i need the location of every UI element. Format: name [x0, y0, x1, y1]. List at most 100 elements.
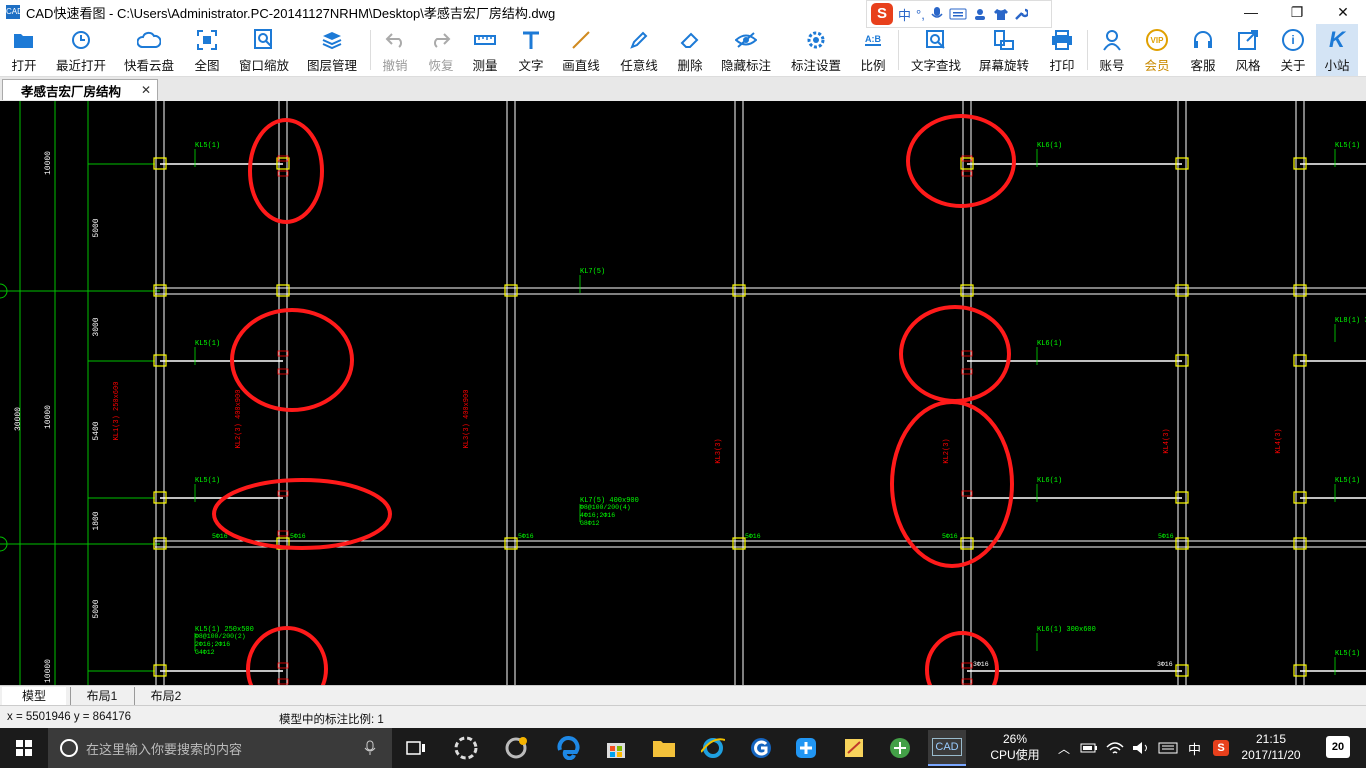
info-icon: i: [1281, 28, 1305, 52]
microphone-icon[interactable]: [364, 740, 376, 756]
dimension-label: 1800: [92, 511, 101, 530]
notification-center-icon[interactable]: 20: [1326, 736, 1350, 758]
station-button[interactable]: K 小站: [1316, 24, 1358, 76]
taskbar-search[interactable]: 在这里输入你要搜索的内容: [48, 728, 392, 768]
ime-mode[interactable]: 中: [898, 5, 911, 24]
user-icon[interactable]: [972, 7, 988, 21]
red-beam-label: KL2(3) 400x900: [235, 390, 243, 449]
folder-icon: [12, 28, 36, 52]
ratio-label: 比例: [860, 59, 886, 73]
sogou-tray-icon[interactable]: S: [1213, 740, 1230, 756]
window-zoom-button[interactable]: 窗口缩放: [238, 24, 290, 76]
ime-toolbar[interactable]: S 中 °,: [866, 0, 1052, 28]
redo-button[interactable]: 恢复: [427, 24, 455, 76]
internet-explorer-icon[interactable]: [697, 732, 729, 764]
mark-settings-button[interactable]: 标注设置: [790, 24, 842, 76]
document-tab[interactable]: 孝感吉宏厂房结构 ✕: [2, 79, 158, 100]
green-app-icon[interactable]: [884, 732, 916, 764]
close-button[interactable]: ✕: [1320, 0, 1366, 24]
document-tab-title: 孝感吉宏厂房结构: [21, 84, 122, 99]
cpu-meter[interactable]: 26% CPU使用: [990, 731, 1040, 763]
cloud-button[interactable]: 快看云盘: [123, 24, 175, 76]
undo-button[interactable]: 撤销: [381, 24, 409, 76]
shirt-icon[interactable]: [993, 7, 1009, 21]
maximize-button[interactable]: ❐: [1274, 0, 1320, 24]
taskbar: 在这里输入你要搜索的内容 CAD 26% CPU使用 ︿ 中 S 21:15 2…: [0, 728, 1366, 768]
dimension-label: 5000: [92, 599, 101, 618]
close-tab-icon[interactable]: ✕: [141, 83, 151, 97]
keyboard-icon[interactable]: [949, 7, 967, 21]
service-label: 客服: [1190, 59, 1216, 73]
status-bar: x = 5501946 y = 864176 模型中的标注比例: 1: [0, 705, 1366, 728]
text-search-label: 文字查找: [910, 59, 961, 73]
store-icon[interactable]: [600, 732, 632, 764]
fit-button[interactable]: 全图: [193, 24, 221, 76]
chevron-up-icon[interactable]: ︿: [1058, 740, 1070, 757]
rebar-label: 5Φ16: [518, 533, 534, 540]
beam-label: KL5(1): [195, 142, 220, 150]
delete-button[interactable]: 删除: [676, 24, 704, 76]
hide-marks-button[interactable]: 隐藏标注: [720, 24, 772, 76]
service-button[interactable]: 客服: [1189, 24, 1217, 76]
annotation-scale: 模型中的标注比例: 1: [279, 714, 384, 726]
keyboard-icon[interactable]: [1158, 742, 1178, 754]
pinwheel-app-icon[interactable]: [450, 732, 482, 764]
cad-taskbar-button[interactable]: CAD: [928, 730, 966, 766]
account-button[interactable]: 账号: [1098, 24, 1126, 76]
redo-label: 恢复: [428, 59, 454, 73]
layers-button[interactable]: 图层管理: [306, 24, 358, 76]
line-label: 画直线: [562, 59, 600, 73]
tab-model[interactable]: 模型: [2, 687, 66, 705]
minimize-button[interactable]: —: [1228, 0, 1274, 24]
measure-button[interactable]: 测量: [471, 24, 499, 76]
red-annotation-circle: [925, 631, 999, 685]
recent-label: 最近打开: [55, 59, 106, 73]
recent-button[interactable]: 最近打开: [55, 24, 107, 76]
tab-layout1[interactable]: 布局1: [70, 687, 133, 705]
print-button[interactable]: 打印: [1048, 24, 1076, 76]
text-button[interactable]: 文字: [517, 24, 545, 76]
open-button[interactable]: 打开: [6, 24, 42, 76]
ime-indicator[interactable]: 中: [1188, 739, 1201, 758]
start-button[interactable]: [0, 728, 48, 768]
windows-icon: [16, 740, 32, 756]
line-button[interactable]: 画直线: [561, 24, 601, 76]
file-explorer-icon[interactable]: [648, 732, 680, 764]
title-bar: CAD CAD快速看图 - C:\Users\Administrator.PC-…: [0, 0, 1366, 24]
cross-app-icon[interactable]: [790, 732, 822, 764]
about-button[interactable]: i 关于: [1279, 24, 1307, 76]
cad-taskbar-label: CAD: [932, 738, 962, 756]
wrench-icon[interactable]: [1014, 7, 1028, 21]
freehand-button[interactable]: 任意线: [619, 24, 659, 76]
volume-icon[interactable]: [1132, 741, 1150, 755]
dimension-label: 30000: [14, 407, 23, 431]
spec-line: G4Φ12: [195, 649, 215, 656]
rotate-button[interactable]: 屏幕旋转: [978, 24, 1030, 76]
dimension-label: 3000: [92, 317, 101, 336]
browser-app-icon[interactable]: [500, 732, 532, 764]
wifi-icon[interactable]: [1106, 741, 1124, 755]
task-view-icon[interactable]: [400, 732, 432, 764]
beam-label: KL7(5): [580, 268, 605, 276]
sogou-logo-icon[interactable]: S: [871, 3, 893, 25]
notes-app-icon[interactable]: [838, 732, 870, 764]
vip-icon: VIP: [1145, 28, 1169, 52]
text-search-button[interactable]: 文字查找: [910, 24, 962, 76]
clock[interactable]: 21:15 2017/11/20: [1238, 731, 1304, 763]
ratio-button[interactable]: A:B 比例: [859, 24, 887, 76]
vip-button[interactable]: VIP 会员: [1143, 24, 1171, 76]
vip-label: 会员: [1144, 59, 1170, 73]
ime-punct[interactable]: °,: [916, 7, 925, 22]
drawing-canvas[interactable]: 10000 5000 3000 10000 5400 1800 5000 10000 30000…: [0, 101, 1366, 685]
coordinate-readout: x = 5501946 y = 864176: [7, 711, 132, 723]
rotate-label: 屏幕旋转: [978, 59, 1029, 73]
ruler-icon: [473, 28, 497, 52]
microphone-icon[interactable]: [930, 6, 944, 22]
style-button[interactable]: 风格: [1234, 24, 1262, 76]
edge-icon[interactable]: [552, 732, 584, 764]
cad-drawing[interactable]: 10000 5000 3000 10000 5400 1800 5000 10000 30000…: [0, 101, 1366, 685]
battery-icon[interactable]: [1080, 742, 1098, 754]
tab-layout2[interactable]: 布局2: [134, 687, 197, 705]
spec-line: G8Φ12: [580, 520, 600, 527]
g-app-icon[interactable]: [745, 732, 777, 764]
